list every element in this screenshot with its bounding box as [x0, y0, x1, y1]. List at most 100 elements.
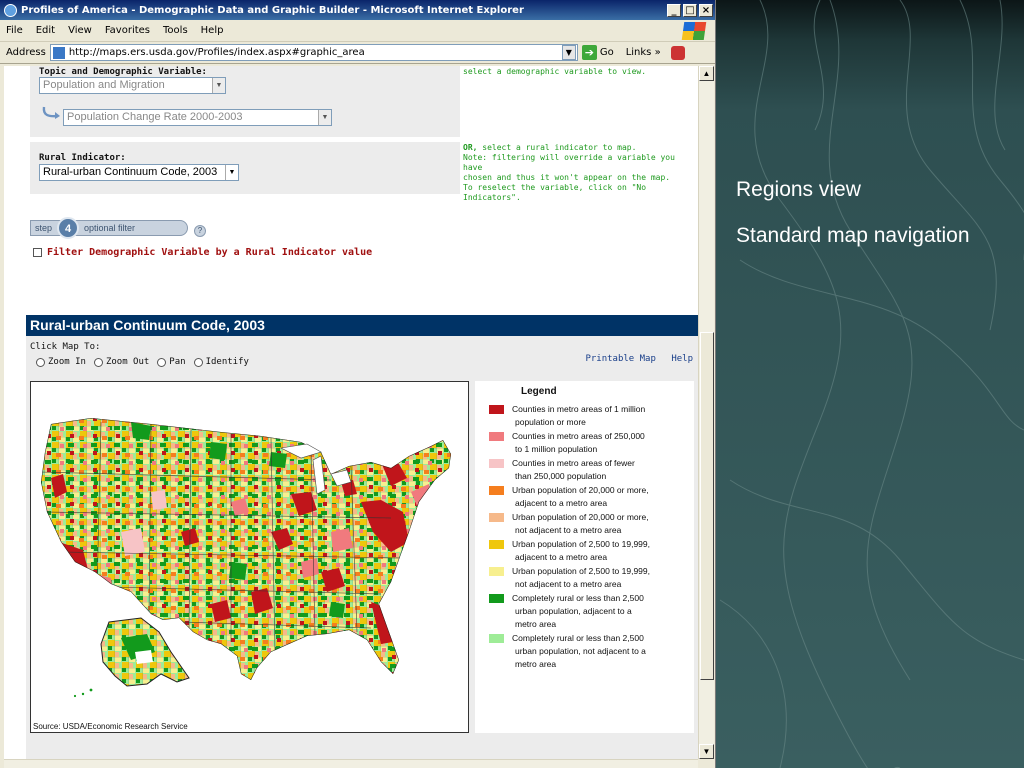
- legend-label-line: not adjacent to a metro area: [515, 525, 622, 535]
- legend-label-line: metro area: [515, 619, 557, 629]
- slide-bullets: Regions view Standard map navigation: [736, 178, 970, 270]
- indent-arrow-icon: [42, 106, 60, 119]
- rural-hint-line-4: To reselect the variable, click on "No: [463, 183, 647, 192]
- variable-select-value: Population Change Rate 2000-2003: [67, 111, 243, 123]
- step-box: step 4 optional filter: [30, 217, 188, 239]
- menu-edit[interactable]: Edit: [36, 25, 55, 36]
- scroll-up-icon[interactable]: ▲: [699, 66, 714, 81]
- address-bar: Address http://maps.ers.usda.gov/Profile…: [0, 42, 715, 64]
- legend-label-line: Urban population of 20,000 or more,: [512, 512, 649, 522]
- ie-icon: [4, 3, 17, 17]
- menu-view[interactable]: View: [68, 25, 92, 36]
- legend-label: Urban population of 20,000 or more, not a…: [512, 511, 672, 537]
- menu-file[interactable]: File: [6, 25, 23, 36]
- legend-label-line: Urban population of 2,500 to 19,999,: [512, 566, 650, 576]
- radio-circle[interactable]: [157, 357, 167, 367]
- rural-hint-line-1: select a rural indicator to map.: [477, 143, 637, 152]
- pan-radio[interactable]: Pan: [157, 357, 186, 367]
- go-button[interactable]: ➔ Go: [581, 45, 614, 60]
- links-button[interactable]: Links »: [626, 47, 661, 58]
- map-area: Click Map To: Zoom In Zoom Out Pan Ident…: [26, 336, 698, 759]
- legend-label-line: Counties in metro areas of 250,000: [512, 431, 645, 441]
- step-number: 4: [57, 217, 80, 239]
- map-source: Source: USDA/Economic Research Service: [33, 722, 188, 731]
- step-word: step: [35, 223, 53, 233]
- bullet-regions-view: Regions view: [736, 178, 861, 201]
- rural-hint-line-2: Note: filtering will override a variable…: [463, 153, 675, 172]
- topic-select-value: Population and Migration: [43, 79, 165, 91]
- legend-label-line: Urban population of 20,000 or more,: [512, 485, 649, 495]
- step-text: optional filter: [84, 223, 136, 233]
- us-county-map[interactable]: Source: USDA/Economic Research Service: [30, 381, 469, 733]
- legend-label-line: Completely rural or less than 2,500: [512, 633, 644, 643]
- identify-label: Identify: [205, 357, 249, 367]
- legend-label-line: metro area: [515, 659, 557, 669]
- legend-label: Urban population of 2,500 to 19,999, not …: [512, 565, 672, 591]
- links-chevron: »: [654, 47, 661, 58]
- menu-favorites[interactable]: Favorites: [105, 25, 150, 36]
- minimize-button[interactable]: _: [667, 3, 681, 17]
- address-input[interactable]: http://maps.ers.usda.gov/Profiles/index.…: [49, 44, 578, 61]
- radio-circle[interactable]: [193, 357, 203, 367]
- zoom-in-label: Zoom In: [48, 357, 86, 367]
- legend-swatch: [489, 486, 504, 495]
- help-link[interactable]: Help: [671, 354, 693, 364]
- zoom-out-radio[interactable]: Zoom Out: [93, 357, 150, 367]
- legend-label-line: Completely rural or less than 2,500: [512, 593, 644, 603]
- legend-item: Completely rural or less than 2,500 urban…: [489, 632, 672, 671]
- legend-label-line: adjacent to a metro area: [515, 498, 608, 508]
- scroll-thumb[interactable]: [700, 332, 714, 680]
- variable-select[interactable]: Population Change Rate 2000-2003 ▼: [63, 109, 332, 126]
- legend-item: Urban population of 2,500 to 19,999, adja…: [489, 538, 672, 564]
- legend-item: Urban population of 20,000 or more, not a…: [489, 511, 672, 537]
- legend-label: Urban population of 20,000 or more, adjac…: [512, 484, 672, 510]
- maximize-button[interactable]: □: [683, 3, 697, 17]
- page-icon: [52, 46, 65, 59]
- vertical-scrollbar[interactable]: ▲ ▼: [698, 66, 714, 759]
- legend-label-line: population or more: [515, 417, 586, 427]
- legend-label-line: urban population, adjacent to a: [515, 606, 632, 616]
- legend-label: Counties in metro areas of 1 million popu…: [512, 403, 672, 429]
- topic-select[interactable]: Population and Migration ▼: [39, 77, 226, 94]
- printable-map-link[interactable]: Printable Map: [585, 354, 655, 364]
- map-tools: Zoom In Zoom Out Pan Identify: [36, 357, 257, 367]
- address-url: http://maps.ers.usda.gov/Profiles/index.…: [68, 47, 365, 58]
- menu-tools[interactable]: Tools: [163, 25, 188, 36]
- close-button[interactable]: ×: [699, 3, 713, 17]
- filter-label: Filter Demographic Variable by a Rural I…: [47, 247, 373, 258]
- chevron-down-icon: ▼: [212, 78, 225, 93]
- rural-select[interactable]: Rural-urban Continuum Code, 2003 ▼: [39, 164, 239, 181]
- legend-swatch: [489, 634, 504, 643]
- legend-swatch: [489, 540, 504, 549]
- scroll-down-icon[interactable]: ▼: [699, 744, 714, 759]
- legend-label: Completely rural or less than 2,500 urban…: [512, 592, 672, 631]
- legend-swatch: [489, 405, 504, 414]
- identify-radio[interactable]: Identify: [193, 357, 249, 367]
- or-word: OR,: [463, 143, 478, 152]
- title-bar[interactable]: Profiles of America - Demographic Data a…: [0, 0, 715, 20]
- bullet-standard-map-navigation: Standard map navigation: [736, 224, 970, 247]
- address-dropdown-icon[interactable]: ▼: [561, 45, 576, 60]
- menu-help[interactable]: Help: [201, 25, 224, 36]
- zoom-in-radio[interactable]: Zoom In: [36, 357, 86, 367]
- go-arrow-icon: ➔: [581, 45, 597, 60]
- horizontal-scrollbar[interactable]: [4, 759, 698, 768]
- legend-label-line: to 1 million population: [515, 444, 598, 454]
- legend-label: Urban population of 2,500 to 19,999, adja…: [512, 538, 672, 564]
- rural-hint-line-3: chosen and thus it won't appear on the m…: [463, 173, 671, 182]
- legend-swatch: [489, 459, 504, 468]
- legend-label: Completely rural or less than 2,500 urban…: [512, 632, 672, 671]
- radio-circle[interactable]: [93, 357, 103, 367]
- toolbar-extension-icon[interactable]: [670, 45, 685, 60]
- legend-label: Counties in metro areas of 250,000 to 1 m…: [512, 430, 672, 456]
- go-label: Go: [599, 47, 614, 58]
- legend-label: Counties in metro areas of fewer than 250…: [512, 457, 672, 483]
- radio-circle[interactable]: [36, 357, 45, 367]
- filter-checkbox[interactable]: [33, 248, 42, 257]
- zoom-out-label: Zoom Out: [105, 357, 150, 367]
- help-icon[interactable]: ?: [194, 225, 206, 237]
- step-4-header: step 4 optional filter: [30, 217, 188, 239]
- filter-option[interactable]: Filter Demographic Variable by a Rural I…: [33, 247, 372, 258]
- menu-bar: File Edit View Favorites Tools Help: [0, 20, 715, 42]
- rural-label: Rural Indicator:: [39, 153, 126, 163]
